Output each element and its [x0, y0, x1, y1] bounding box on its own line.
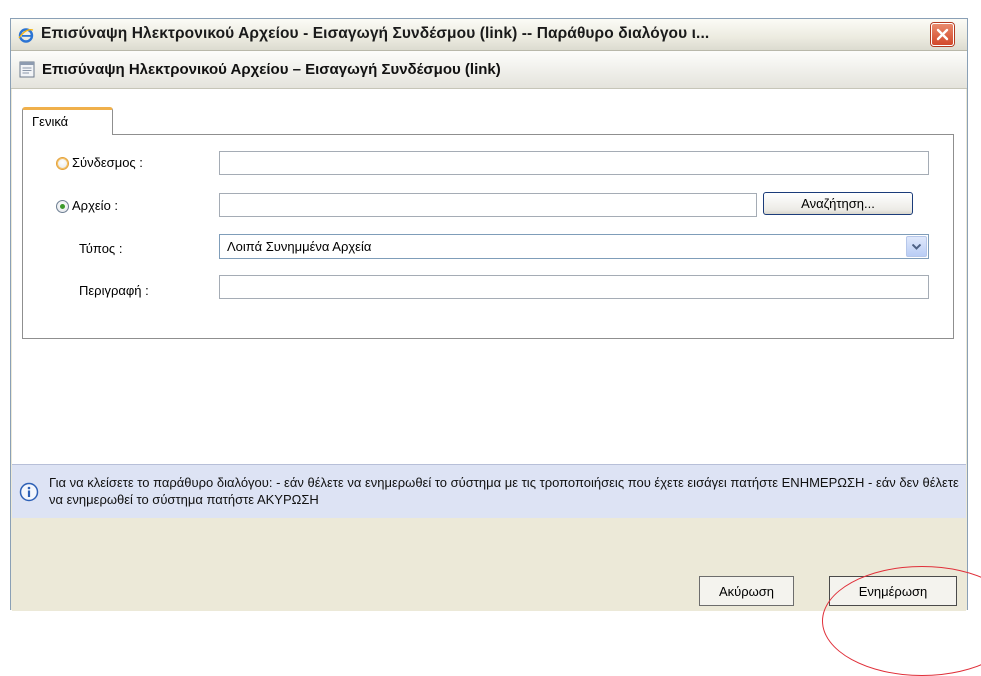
dialog-content: Γενικά Σύνδεσμος : Αρχείο : Αναζήτηση...…	[12, 89, 966, 464]
description-input[interactable]	[219, 275, 929, 299]
link-label: Σύνδεσμος :	[72, 155, 143, 170]
window-title: Επισύναψη Ηλεκτρονικού Αρχείου - Εισαγωγ…	[41, 25, 710, 42]
type-dropdown-button[interactable]	[906, 236, 927, 257]
tab-general[interactable]: Γενικά	[22, 107, 113, 135]
link-input[interactable]	[219, 151, 929, 175]
dialog-heading: Επισύναψη Ηλεκτρονικού Αρχείου – Εισαγωγ…	[42, 61, 501, 78]
dialog-footer: Ακύρωση Ενημέρωση	[12, 518, 966, 611]
info-icon	[19, 482, 39, 505]
chevron-down-icon	[912, 244, 921, 250]
type-label: Τύπος :	[79, 241, 123, 256]
info-bar: Για να κλείσετε το παράθυρο διαλόγου: - …	[12, 464, 966, 519]
file-input[interactable]	[219, 193, 757, 217]
type-select-value: Λοιπά Συνημμένα Αρχεία	[227, 239, 372, 254]
description-label: Περιγραφή :	[79, 283, 149, 298]
general-panel: Σύνδεσμος : Αρχείο : Αναζήτηση... Τύπος …	[22, 134, 954, 339]
document-icon	[19, 61, 35, 78]
update-button[interactable]: Ενημέρωση	[829, 576, 957, 606]
cancel-button[interactable]: Ακύρωση	[699, 576, 794, 606]
info-message: Για να κλείσετε το παράθυρο διαλόγου: - …	[49, 475, 959, 507]
title-bar[interactable]: Επισύναψη Ηλεκτρονικού Αρχείου - Εισαγωγ…	[11, 19, 967, 51]
tab-general-label: Γενικά	[32, 114, 69, 129]
close-icon	[936, 28, 949, 41]
internet-explorer-icon	[18, 27, 34, 43]
dialog-header: Επισύναψη Ηλεκτρονικού Αρχείου – Εισαγωγ…	[11, 51, 967, 89]
dialog-window: Επισύναψη Ηλεκτρονικού Αρχείου - Εισαγωγ…	[10, 18, 968, 611]
type-select[interactable]: Λοιπά Συνημμένα Αρχεία	[219, 234, 929, 259]
close-button[interactable]	[931, 23, 954, 46]
link-radio[interactable]	[56, 157, 69, 170]
file-label: Αρχείο :	[72, 198, 119, 213]
file-radio[interactable]	[56, 200, 69, 213]
browse-button[interactable]: Αναζήτηση...	[763, 192, 913, 215]
